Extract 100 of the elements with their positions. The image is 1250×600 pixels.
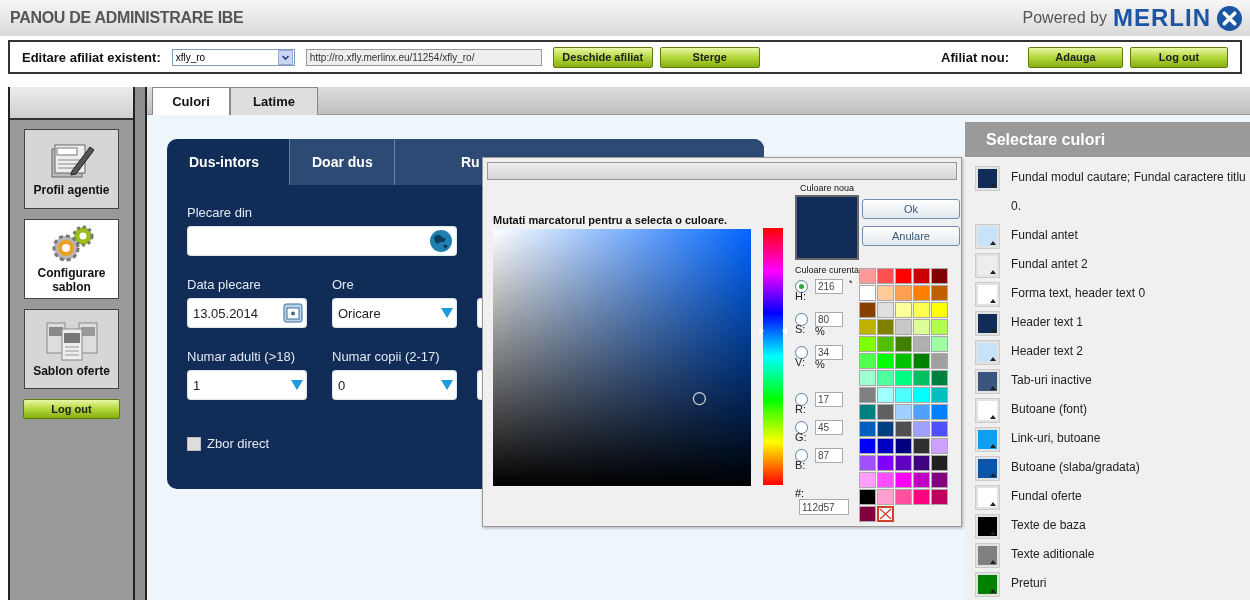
color-marker[interactable] xyxy=(692,391,707,406)
palette-swatch[interactable] xyxy=(895,438,912,454)
palette-swatch[interactable] xyxy=(931,404,948,420)
palette-swatch[interactable] xyxy=(913,370,930,386)
palette-swatch[interactable] xyxy=(913,489,930,505)
palette-swatch[interactable] xyxy=(859,455,876,471)
tab[interactable]: Latime xyxy=(230,87,318,115)
palette-swatch[interactable] xyxy=(895,353,912,369)
dropdown-field[interactable]: Oricare xyxy=(332,298,457,328)
departure-field[interactable] xyxy=(187,226,457,256)
palette-swatch[interactable] xyxy=(877,472,894,488)
palette-swatch[interactable] xyxy=(877,489,894,505)
channel-input[interactable]: 87 xyxy=(815,448,843,463)
toolbar-button[interactable]: Log out xyxy=(1130,46,1228,68)
palette-swatch[interactable] xyxy=(877,455,894,471)
no-color-icon[interactable] xyxy=(877,506,894,522)
radio-button[interactable] xyxy=(795,313,808,326)
sidebar-item[interactable]: Sablon oferte xyxy=(24,309,119,389)
palette-swatch[interactable] xyxy=(931,421,948,437)
affiliate-select[interactable]: xfly_ro xyxy=(171,48,295,66)
palette-swatch[interactable] xyxy=(913,285,930,301)
palette-swatch[interactable] xyxy=(877,285,894,301)
palette-swatch[interactable] xyxy=(895,302,912,318)
palette-swatch[interactable] xyxy=(895,268,912,284)
palette-swatch[interactable] xyxy=(895,285,912,301)
color-swatch-button[interactable] xyxy=(976,428,999,451)
palette-swatch[interactable] xyxy=(877,421,894,437)
palette-swatch[interactable] xyxy=(913,455,930,471)
hex-input[interactable]: 112d57 xyxy=(799,499,849,515)
palette-swatch[interactable] xyxy=(931,336,948,352)
logout-button[interactable]: Log out xyxy=(23,399,120,419)
palette-swatch[interactable] xyxy=(895,387,912,403)
radio-button[interactable] xyxy=(795,449,808,462)
palette-swatch[interactable] xyxy=(895,455,912,471)
palette-swatch[interactable] xyxy=(931,489,948,505)
channel-input[interactable]: 34 xyxy=(815,345,843,360)
palette-swatch[interactable] xyxy=(859,472,876,488)
palette-swatch[interactable] xyxy=(913,472,930,488)
toolbar-button[interactable]: Deschide afiliat xyxy=(552,46,653,68)
color-swatch-button[interactable] xyxy=(976,254,999,277)
color-swatch-button[interactable] xyxy=(976,486,999,509)
color-swatch-button[interactable] xyxy=(976,399,999,422)
palette-swatch[interactable] xyxy=(877,302,894,318)
palette-swatch[interactable] xyxy=(913,319,930,335)
palette-swatch[interactable] xyxy=(877,404,894,420)
color-swatch-button[interactable] xyxy=(976,225,999,248)
search-tab[interactable]: Dus-intors xyxy=(167,139,289,185)
dialog-button[interactable]: Anulare xyxy=(862,226,960,246)
color-swatch-button[interactable] xyxy=(976,573,999,596)
color-swatch-button[interactable] xyxy=(976,544,999,567)
dropdown-field[interactable]: 1 xyxy=(187,370,307,400)
palette-swatch[interactable] xyxy=(931,370,948,386)
palette-swatch[interactable] xyxy=(895,489,912,505)
palette-swatch[interactable] xyxy=(877,268,894,284)
palette-swatch[interactable] xyxy=(913,268,930,284)
color-swatch-button[interactable] xyxy=(976,283,999,306)
palette-swatch[interactable] xyxy=(859,387,876,403)
palette-swatch[interactable] xyxy=(931,455,948,471)
palette-swatch[interactable] xyxy=(913,404,930,420)
sidebar-item[interactable]: Configurare sablon xyxy=(24,219,119,299)
dialog-button[interactable]: Ok xyxy=(862,199,960,219)
palette-swatch[interactable] xyxy=(859,319,876,335)
palette-swatch[interactable] xyxy=(931,438,948,454)
palette-swatch[interactable] xyxy=(859,353,876,369)
radio-button[interactable] xyxy=(795,393,808,406)
palette-swatch[interactable] xyxy=(859,268,876,284)
dropdown-field[interactable]: 0 xyxy=(332,370,457,400)
date-field[interactable]: 13.05.2014 xyxy=(187,298,307,328)
channel-input[interactable]: 80 xyxy=(815,312,843,327)
radio-button[interactable] xyxy=(795,346,808,359)
palette-swatch[interactable] xyxy=(859,489,876,505)
palette-swatch[interactable] xyxy=(859,285,876,301)
palette-swatch[interactable] xyxy=(895,472,912,488)
palette-swatch[interactable] xyxy=(877,387,894,403)
search-tab[interactable]: Doar dus xyxy=(289,139,394,185)
palette-swatch[interactable] xyxy=(913,421,930,437)
channel-input[interactable]: 45 xyxy=(815,420,843,435)
toolbar-button[interactable]: Adauga xyxy=(1028,46,1123,68)
palette-swatch[interactable] xyxy=(895,404,912,420)
palette-swatch[interactable] xyxy=(895,319,912,335)
radio-button[interactable] xyxy=(795,421,808,434)
channel-input[interactable]: 216 xyxy=(815,279,843,294)
checkbox[interactable] xyxy=(187,436,201,451)
palette-swatch[interactable] xyxy=(913,387,930,403)
color-swatch-button[interactable] xyxy=(976,312,999,335)
palette-swatch[interactable] xyxy=(895,421,912,437)
palette-swatch[interactable] xyxy=(913,353,930,369)
palette-swatch[interactable] xyxy=(931,302,948,318)
url-field[interactable]: http://ro.xfly.merlinx.eu/11254/xfly_ro/ xyxy=(305,48,542,66)
palette-swatch[interactable] xyxy=(859,370,876,386)
palette-swatch[interactable] xyxy=(859,302,876,318)
radio-button[interactable] xyxy=(795,280,808,293)
palette-swatch[interactable] xyxy=(913,302,930,318)
palette-swatch[interactable] xyxy=(931,268,948,284)
palette-swatch[interactable] xyxy=(913,438,930,454)
sidebar-item[interactable]: Profil agentie xyxy=(24,129,119,209)
palette-swatch[interactable] xyxy=(859,404,876,420)
palette-swatch[interactable] xyxy=(895,370,912,386)
palette-swatch[interactable] xyxy=(859,506,876,522)
palette-swatch[interactable] xyxy=(859,336,876,352)
